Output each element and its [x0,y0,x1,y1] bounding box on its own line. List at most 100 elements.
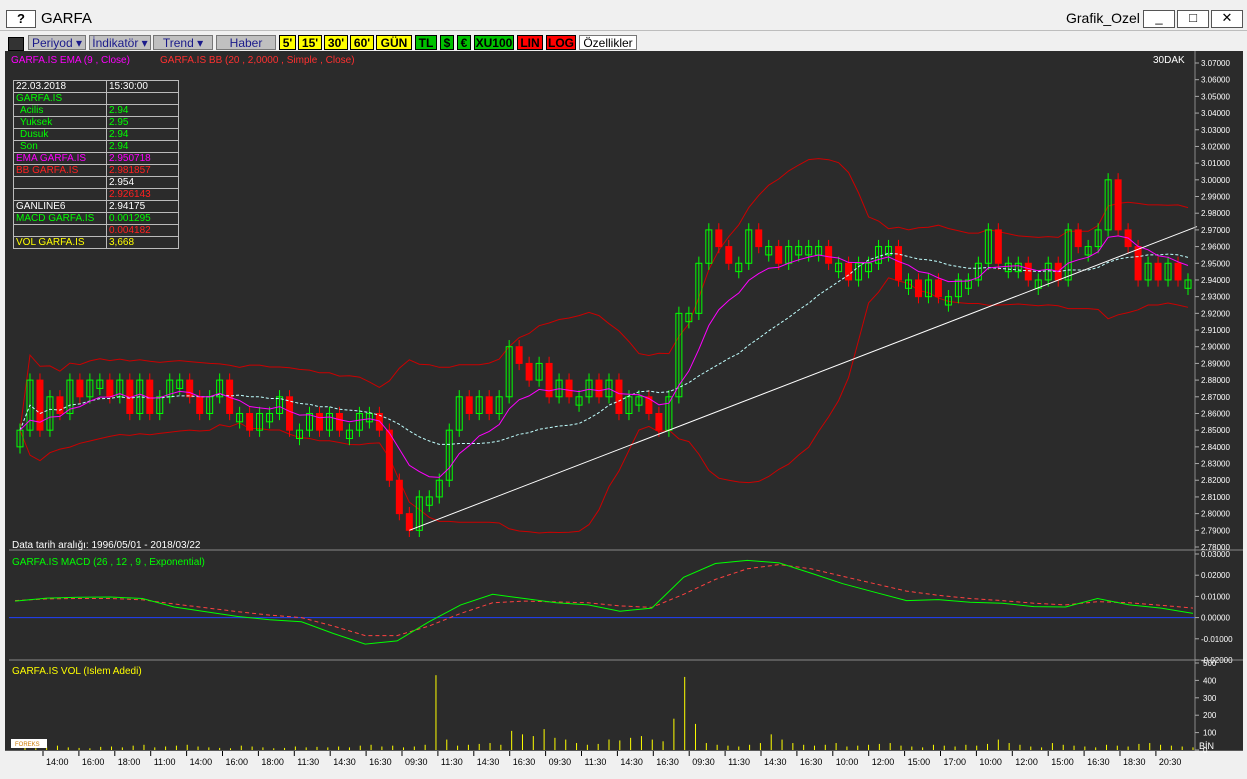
info-label: Acilis [13,104,107,117]
time-tick-label: 18:30 [1123,757,1146,767]
time-tick-label: 14:30 [764,757,787,767]
candle-body [395,479,403,515]
info-row: MACD GARFA.IS 0.001295 [13,212,179,225]
macd-tick-label: 0.00000 [1201,614,1230,623]
macd-tick-label: 0.02000 [1201,571,1230,580]
help-button[interactable]: ? [6,10,36,28]
time-tick-label: 11:30 [441,757,463,767]
period-day-button[interactable]: GÜN [376,35,412,50]
properties-button[interactable]: Özellikler [579,35,637,50]
time-tick-label: 10:00 [836,757,859,767]
candle-body [385,429,393,481]
currency-eur-button[interactable]: € [457,35,471,50]
info-row: 2.954 [13,176,179,189]
info-table: 22.03.2018 15:30:00 GARFA.IS Acilis 2.94 Yuks… [13,80,179,249]
candle-body [76,379,84,398]
candle-body [934,279,942,298]
candle-body [615,379,623,414]
volume-legend: GARFA.IS VOL (Islem Adedi) [12,666,142,677]
time-tick-label: 16:30 [656,757,679,767]
period-menu-button[interactable]: Periyod ▾ [28,35,86,50]
info-label: 22.03.2018 [13,80,107,93]
candle-body [1134,246,1142,281]
period-5m-button[interactable]: 5' [279,35,296,50]
time-tick-label: 14:30 [477,757,500,767]
info-value: 2.95 [106,116,179,129]
ema-legend: GARFA.IS EMA (9 , Close) [11,55,130,66]
price-tick-label: 2.86000 [1201,409,1230,418]
currency-usd-button[interactable]: $ [440,35,454,50]
currency-xu100-button[interactable]: XU100 [474,35,514,50]
info-row: Son 2.94 [13,140,179,153]
foreks-logo-text: FOREKS [15,742,40,748]
layout-name: Grafik_Ozel [1066,10,1140,26]
period-60m-button[interactable]: 60' [350,35,374,50]
price-tick-label: 3.02000 [1201,142,1230,151]
time-tick-label: 11:00 [154,757,176,767]
trend-menu-button[interactable]: Trend ▾ [153,35,213,50]
info-value [106,92,179,105]
info-row: 2.926143 [13,188,179,201]
info-label [13,224,107,237]
maximize-button[interactable]: □ [1177,10,1209,28]
candle-body [1024,262,1032,281]
time-tick-label: 14:30 [333,757,356,767]
time-tick-label: 15:00 [908,757,931,767]
candle-body [595,379,603,398]
candle-body [485,396,493,414]
chart-area[interactable]: 3.07000 3.06000 3.05000 3.04000 3.03000 3.020… [5,51,1243,777]
time-tick-label: 15:00 [1051,757,1074,767]
price-tick-label: 2.84000 [1201,443,1230,452]
price-tick-label: 2.87000 [1201,393,1230,402]
macd-tick-label: -0.01000 [1201,635,1233,644]
price-tick-label: 2.81000 [1201,493,1230,502]
time-tick-label: 09:30 [692,757,715,767]
candle-body [895,246,902,281]
price-tick-label: 2.82000 [1201,476,1230,485]
volume-tick-label: 200 [1203,711,1217,720]
info-row: Dusuk 2.94 [13,128,179,141]
time-tick-label: 14:30 [620,757,643,767]
currency-tl-button[interactable]: TL [415,35,437,50]
info-row: Yuksek 2.95 [13,116,179,129]
candle-body [655,412,663,431]
volume-unit-label: BİN [1199,741,1214,751]
candle-body [405,513,413,531]
candle-body [914,279,922,298]
macd-tick-label: 0.03000 [1201,550,1230,559]
time-tick-label: 18:00 [118,757,141,767]
candle-body [1154,262,1162,281]
scale-log-button[interactable]: LOG [546,35,576,50]
time-tick-label: 20:30 [1159,757,1182,767]
scale-lin-button[interactable]: LIN [517,35,543,50]
info-value: 15:30:00 [106,80,179,93]
period-30m-button[interactable]: 30' [324,35,348,50]
chart-icon[interactable] [8,37,24,51]
candle-body [1174,262,1182,281]
price-tick-label: 2.95000 [1201,259,1230,268]
info-label: VOL GARFA.IS [13,236,107,249]
volume-tick-label: 300 [1203,694,1217,703]
time-tick-label: 09:30 [549,757,572,767]
info-label: Son [13,140,107,153]
info-value: 2.94 [106,140,179,153]
news-button[interactable]: Haber [216,35,276,50]
info-row: BB GARFA.IS 2.981857 [13,164,179,177]
info-value: 0.001295 [106,212,179,225]
price-tick-label: 2.92000 [1201,309,1230,318]
date-range-label: Data tarih aralığı: 1996/05/01 - 2018/03… [12,540,201,551]
minimize-button[interactable]: _ [1143,10,1175,28]
info-label [13,176,107,189]
indicator-menu-button[interactable]: İndikatör ▾ [89,35,151,50]
period-15m-button[interactable]: 15' [298,35,322,50]
info-value: 2.926143 [106,188,179,201]
volume-tick-label: 400 [1203,676,1217,685]
close-button[interactable]: ✕ [1211,10,1243,28]
candle-body [715,229,723,248]
candle-body [315,412,323,431]
time-tick-label: 16:30 [1087,757,1110,767]
candle-body [246,412,254,431]
macd-tick-label: 0.01000 [1201,592,1230,601]
candle-body [465,396,473,414]
time-tick-label: 11:30 [297,757,319,767]
